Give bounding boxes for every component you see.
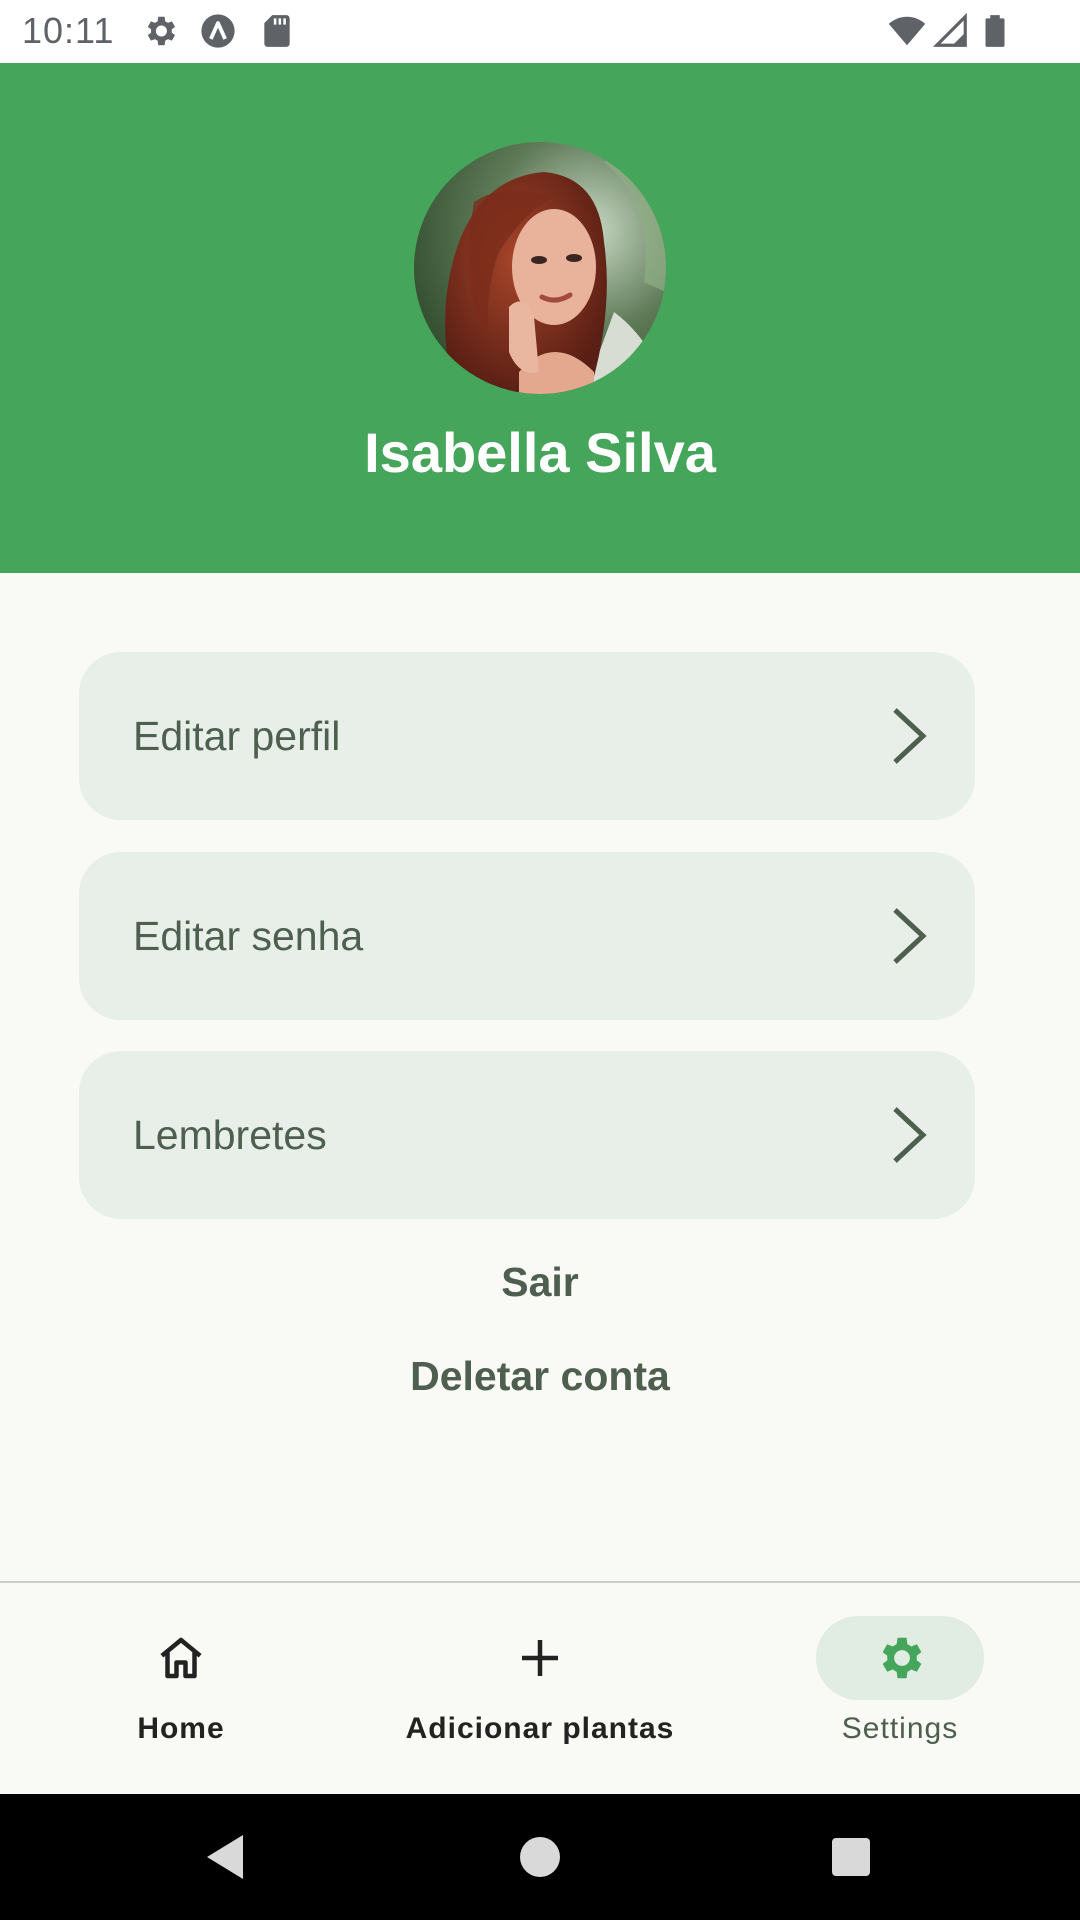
menu-item-edit-password[interactable]: Editar senha <box>79 852 975 1020</box>
nav-add-plants[interactable]: Adicionar plantas <box>396 1583 684 1794</box>
menu-item-edit-profile[interactable]: Editar perfil <box>79 652 975 820</box>
profile-photo <box>414 142 666 394</box>
nav-settings[interactable]: Settings <box>816 1583 984 1794</box>
logout-button[interactable]: Sair <box>0 1259 1080 1306</box>
recents-icon[interactable] <box>821 1827 881 1887</box>
wifi-icon <box>888 12 926 50</box>
nav-label: Home <box>137 1712 225 1745</box>
profile-header: Isabella Silva <box>0 63 1080 573</box>
nav-home[interactable]: Home <box>97 1583 265 1794</box>
status-time: 10:11 <box>22 10 115 51</box>
avatar <box>414 142 666 394</box>
chevron-right-icon <box>887 706 931 766</box>
nav-home-icon-wrap <box>97 1616 265 1700</box>
system-nav-bar <box>0 1794 1080 1920</box>
chevron-right-icon <box>887 906 931 966</box>
status-bar: 10:11 <box>0 0 1080 63</box>
plus-icon <box>522 1640 558 1676</box>
menu-item-label: Editar perfil <box>133 712 341 759</box>
user-name: Isabella Silva <box>364 421 716 484</box>
nav-add-icon-wrap <box>456 1616 624 1700</box>
chevron-right-icon <box>887 1105 931 1165</box>
back-icon[interactable] <box>195 1827 255 1887</box>
home-icon <box>160 1637 202 1679</box>
nav-label: Adicionar plantas <box>405 1712 675 1745</box>
menu-item-label: Lembretes <box>133 1111 327 1158</box>
home-circle-icon[interactable] <box>510 1827 570 1887</box>
menu-item-reminders[interactable]: Lembretes <box>79 1051 975 1219</box>
nav-label: Settings <box>841 1712 959 1745</box>
signal-icon <box>932 12 970 50</box>
delete-account-button[interactable]: Deletar conta <box>0 1353 1080 1400</box>
settings-icon <box>141 12 179 50</box>
sd-card-icon <box>258 12 296 50</box>
menu-item-label: Editar senha <box>133 912 364 959</box>
app-a-icon <box>199 12 237 50</box>
nav-settings-icon-wrap <box>816 1616 984 1700</box>
battery-icon <box>976 12 1014 50</box>
bottom-nav: Home Adicionar plantas Settings <box>0 1583 1080 1794</box>
gear-icon <box>882 1637 922 1679</box>
